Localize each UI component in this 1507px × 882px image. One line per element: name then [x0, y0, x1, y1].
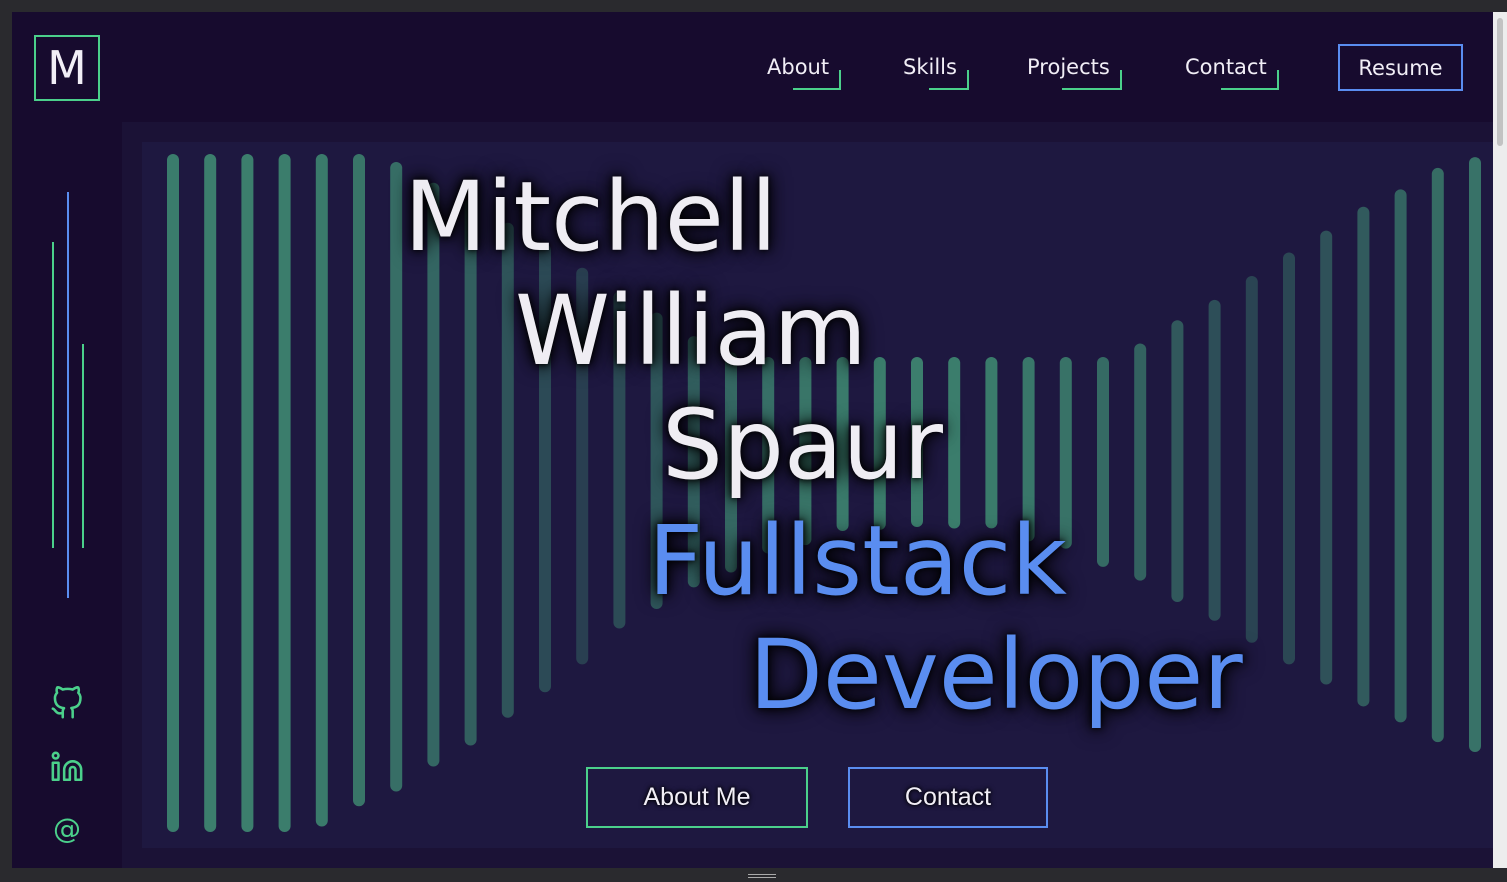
hero-role-line: Fullstack: [648, 505, 1068, 617]
top-nav: About Skills Projects Contact Resume: [12, 44, 1493, 92]
waveform-bar: [1394, 189, 1407, 723]
waveform-bar: [501, 222, 514, 718]
sidebar-line: [67, 192, 69, 598]
scrollbar-thumb[interactable]: [1497, 18, 1503, 146]
waveform-bar: [1320, 230, 1333, 685]
resize-handle-icon[interactable]: [748, 874, 776, 882]
email-link[interactable]: @: [50, 812, 84, 846]
waveform-bar: [1469, 157, 1481, 753]
sidebar-line: [52, 242, 54, 548]
waveform-bar: [390, 162, 403, 792]
nav-projects-link[interactable]: Projects: [1027, 54, 1122, 90]
waveform-bar: [167, 154, 179, 832]
nav-underline-decoration: [928, 70, 969, 90]
contact-button[interactable]: Contact: [848, 767, 1048, 828]
hero-role-line: Developer: [749, 619, 1243, 731]
waveform-bar: [1208, 299, 1221, 621]
github-link[interactable]: [50, 686, 84, 720]
vertical-scrollbar[interactable]: [1493, 12, 1507, 868]
nav-underline-decoration: [1061, 70, 1122, 90]
nav-skills-link[interactable]: Skills: [903, 54, 969, 90]
nav-contact-link[interactable]: Contact: [1185, 54, 1279, 90]
about-me-button[interactable]: About Me: [586, 767, 808, 828]
nav-about-link[interactable]: About: [767, 54, 842, 90]
waveform-bar: [1245, 275, 1258, 643]
hero-name-line: William: [515, 275, 867, 387]
sidebar-decoration: [52, 192, 92, 612]
waveform-bar: [1357, 206, 1370, 707]
waveform-bar: [1431, 167, 1444, 743]
waveform-bar: [985, 357, 998, 529]
nav-underline-decoration: [793, 70, 842, 90]
hero-name-line: Spaur: [662, 389, 944, 501]
github-icon: [51, 686, 82, 719]
waveform-bar: [278, 154, 291, 832]
waveform-bar: [1097, 357, 1109, 567]
waveform-bar: [353, 154, 365, 807]
nav-underline-decoration: [1220, 70, 1279, 90]
browser-viewport: M About Skills Projects Contact Resume @…: [12, 12, 1493, 868]
waveform-bar: [1134, 343, 1147, 581]
resume-button[interactable]: Resume: [1338, 44, 1463, 91]
waveform-bar: [948, 357, 961, 529]
waveform-bar: [1171, 320, 1184, 602]
sidebar-line: [82, 344, 84, 548]
waveform-bar: [315, 154, 328, 827]
waveform-bar: [1283, 252, 1295, 665]
hero-name-line: Mitchell: [404, 161, 778, 273]
linkedin-icon: [51, 751, 83, 782]
linkedin-link[interactable]: [50, 750, 84, 784]
waveform-bar: [241, 154, 254, 832]
at-sign-icon: @: [53, 812, 81, 845]
waveform-bar: [204, 154, 217, 832]
waveform-bar: [464, 199, 477, 746]
